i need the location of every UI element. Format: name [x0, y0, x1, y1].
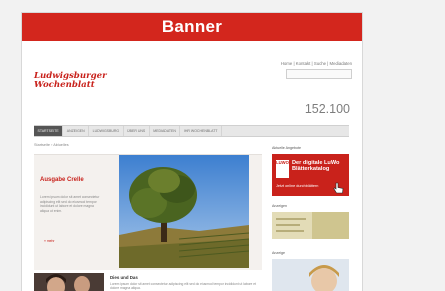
sidebar: Aktuelle Angebote LUWO Der digitale LuWo…	[270, 146, 350, 291]
nav-item-wochenblatt[interactable]: Ihr Wochenblatt	[180, 126, 222, 136]
top-links[interactable]: Home | Kontakt | Suche | Mediadaten	[281, 61, 352, 66]
article-title[interactable]: Dies und Das	[110, 275, 138, 280]
banner-label: Banner	[22, 13, 362, 41]
article-photo[interactable]	[34, 273, 104, 291]
feature-more-link[interactable]: » mehr	[44, 239, 55, 243]
promo-image-1[interactable]	[272, 212, 349, 239]
sidebar-heading-promo-1: Anzeigen	[272, 204, 287, 208]
luwo-badge: LUWO	[276, 160, 289, 178]
nav-item-ludwigsburg[interactable]: Ludwigsburg	[89, 126, 124, 136]
sidebar-heading-promo-2: Anzeige	[272, 251, 285, 255]
article-teaser: Dies und Das Lorem ipsum dolor sit amet …	[34, 273, 262, 291]
hand-cursor-icon	[333, 182, 344, 194]
article-text: Lorem ipsum dolor sit amet consectetur a…	[110, 282, 257, 291]
search-input[interactable]	[286, 69, 352, 79]
circulation-counter: 152.100	[304, 102, 350, 116]
nav-item-ueber-uns[interactable]: Über uns	[124, 126, 150, 136]
promo-image-2[interactable]	[272, 259, 349, 291]
preview-frame: Banner Ludwigsburger Wochenblatt Home | …	[22, 13, 362, 291]
sidebar-heading-catalog: Aktuelle Angebote	[272, 146, 301, 150]
nav-item-startseite[interactable]: Startseite	[34, 126, 64, 136]
nav-item-anzeigen[interactable]: Anzeigen	[63, 126, 90, 136]
feature-landscape-image[interactable]	[119, 155, 249, 268]
site-logo[interactable]: Ludwigsburger Wochenblatt	[34, 72, 114, 89]
breadcrumb: Startseite › Aktuelles	[34, 143, 69, 147]
feature-text: Lorem ipsum dolor sit amet consectetur a…	[40, 195, 100, 213]
nav-item-mediadaten[interactable]: Mediadaten	[150, 126, 181, 136]
logo-line-2: Wochenblatt	[34, 79, 95, 90]
feature-teaser: Ausgabe Crelle Lorem ipsum dolor sit ame…	[34, 154, 262, 270]
main-navigation: Startseite Anzeigen Ludwigsburg Über uns…	[34, 125, 349, 137]
website-screenshot: Ludwigsburger Wochenblatt Home | Kontakt…	[22, 41, 362, 291]
catalog-link[interactable]: Jetzt online durchblättern	[276, 184, 318, 188]
catalog-title: Der digitale LuWo Blätterkatalog	[292, 160, 340, 173]
digital-catalog-ad[interactable]: LUWO Der digitale LuWo Blätterkatalog Je…	[272, 154, 349, 196]
feature-title[interactable]: Ausgabe Crelle	[40, 177, 100, 184]
